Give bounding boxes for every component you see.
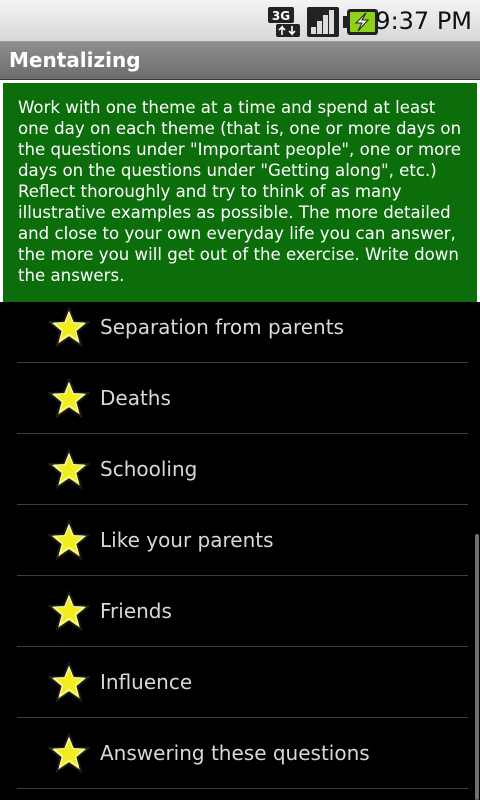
list-item-label: Separation from parents	[100, 315, 344, 339]
list-item-label: Friends	[100, 599, 172, 623]
network-type-label: 3G	[272, 9, 290, 23]
list-item-answering-these-questions[interactable]: Answering these questions	[17, 718, 468, 789]
app-title-bar: Mentalizing	[0, 42, 480, 80]
intro-text: Work with one theme at a time and spend …	[18, 98, 462, 285]
list-scrollbar[interactable]	[475, 534, 479, 800]
list-item-label: Like your parents	[100, 528, 274, 552]
star-icon	[48, 307, 90, 347]
intro-panel-inner: Work with one theme at a time and spend …	[3, 83, 477, 302]
list-item-separation-from-parents[interactable]: Separation from parents	[17, 302, 468, 363]
app-title: Mentalizing	[9, 48, 141, 72]
star-icon	[48, 449, 90, 489]
theme-list[interactable]: Separation from parents Deaths Schooling…	[0, 302, 480, 800]
battery-charging-icon	[343, 9, 378, 35]
star-icon	[48, 662, 90, 702]
status-bar: 3G 9:37 PM	[0, 0, 480, 42]
3g-data-icon: 3G	[268, 7, 300, 37]
list-item-friends[interactable]: Friends	[17, 576, 468, 647]
intro-panel: Work with one theme at a time and spend …	[0, 80, 480, 302]
list-item-influence[interactable]: Influence	[17, 647, 468, 718]
star-icon	[48, 520, 90, 560]
list-divider	[17, 788, 468, 789]
list-item-label: Deaths	[100, 386, 171, 410]
list-item-label: Answering these questions	[100, 741, 370, 765]
list-item-label: Schooling	[100, 457, 198, 481]
list-item-deaths[interactable]: Deaths	[17, 363, 468, 434]
star-icon	[48, 378, 90, 418]
list-item-like-your-parents[interactable]: Like your parents	[17, 505, 468, 576]
list-item-schooling[interactable]: Schooling	[17, 434, 468, 505]
star-icon	[48, 733, 90, 773]
list-item-label: Influence	[100, 670, 193, 694]
star-icon	[48, 591, 90, 631]
status-clock: 9:37 PM	[375, 7, 472, 35]
signal-strength-icon	[307, 7, 339, 37]
